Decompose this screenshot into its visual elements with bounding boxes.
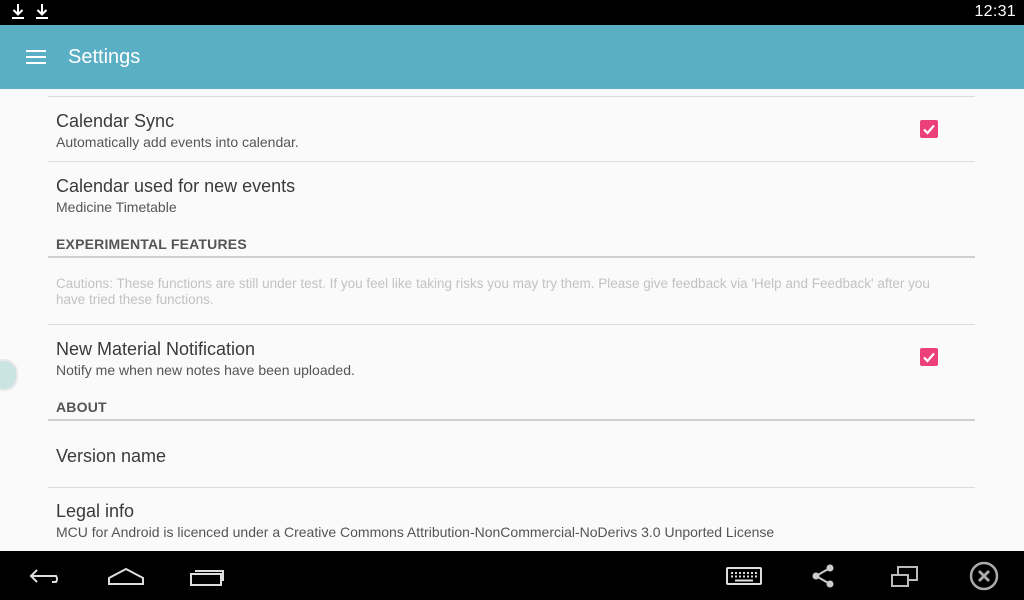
back-button[interactable] (26, 561, 66, 591)
checkmark-icon (923, 352, 935, 363)
navigation-bar (0, 551, 1024, 600)
window-icon (891, 566, 918, 587)
download-icon (12, 4, 24, 19)
share-button[interactable] (808, 561, 838, 591)
home-icon (108, 567, 144, 585)
new-material-checkbox[interactable] (920, 348, 938, 366)
pref-title: Calendar used for new events (56, 176, 296, 196)
pref-calendar-used[interactable]: Calendar used for new events Medicine Ti… (48, 162, 975, 224)
caution-text: Cautions: These functions are still unde… (56, 276, 930, 307)
pref-title: New Material Notification (56, 339, 256, 359)
page-title: Settings (68, 46, 141, 68)
pref-summary: Automatically add events into calendar. (56, 134, 299, 150)
pref-legal-info[interactable]: Legal info MCU for Android is licenced u… (48, 488, 975, 551)
pref-version-name[interactable]: Version name (48, 421, 975, 487)
pref-title: Calendar Sync (56, 111, 175, 131)
home-button[interactable] (104, 561, 148, 591)
pref-title: Legal info (56, 501, 135, 521)
checkmark-icon (923, 124, 935, 135)
pref-new-material-notification[interactable]: New Material Notification Notify me when… (48, 325, 975, 389)
settings-list[interactable]: Calendar Sync Automatically add events i… (0, 89, 1024, 551)
hamburger-menu-icon (26, 50, 46, 64)
back-icon (29, 569, 58, 583)
section-header-experimental: EXPERIMENTAL FEATURES (56, 236, 247, 252)
window-button[interactable] (886, 561, 922, 591)
pref-title: Version name (56, 446, 167, 466)
app-bar: Settings (0, 25, 1024, 89)
pref-calendar-sync[interactable]: Calendar Sync Automatically add events i… (48, 97, 975, 161)
status-bar: 12:31 (0, 0, 1024, 25)
section-divider (48, 256, 975, 258)
download-icon (36, 4, 48, 19)
share-icon (812, 564, 834, 588)
keyboard-icon (726, 567, 762, 585)
recent-apps-button[interactable] (186, 561, 228, 591)
calendar-sync-checkbox[interactable] (920, 120, 938, 138)
recent-apps-icon (190, 570, 224, 586)
edge-drawer-handle[interactable] (0, 359, 18, 391)
close-icon (969, 561, 999, 591)
close-button[interactable] (966, 561, 1002, 591)
pref-summary: Notify me when new notes have been uploa… (56, 362, 355, 378)
pref-summary: Medicine Timetable (56, 199, 177, 215)
status-time: 12:31 (974, 3, 1016, 20)
keyboard-button[interactable] (724, 561, 764, 591)
menu-button[interactable] (16, 41, 56, 73)
pref-summary: MCU for Android is licenced under a Crea… (56, 524, 775, 540)
section-header-about: ABOUT (56, 399, 107, 415)
